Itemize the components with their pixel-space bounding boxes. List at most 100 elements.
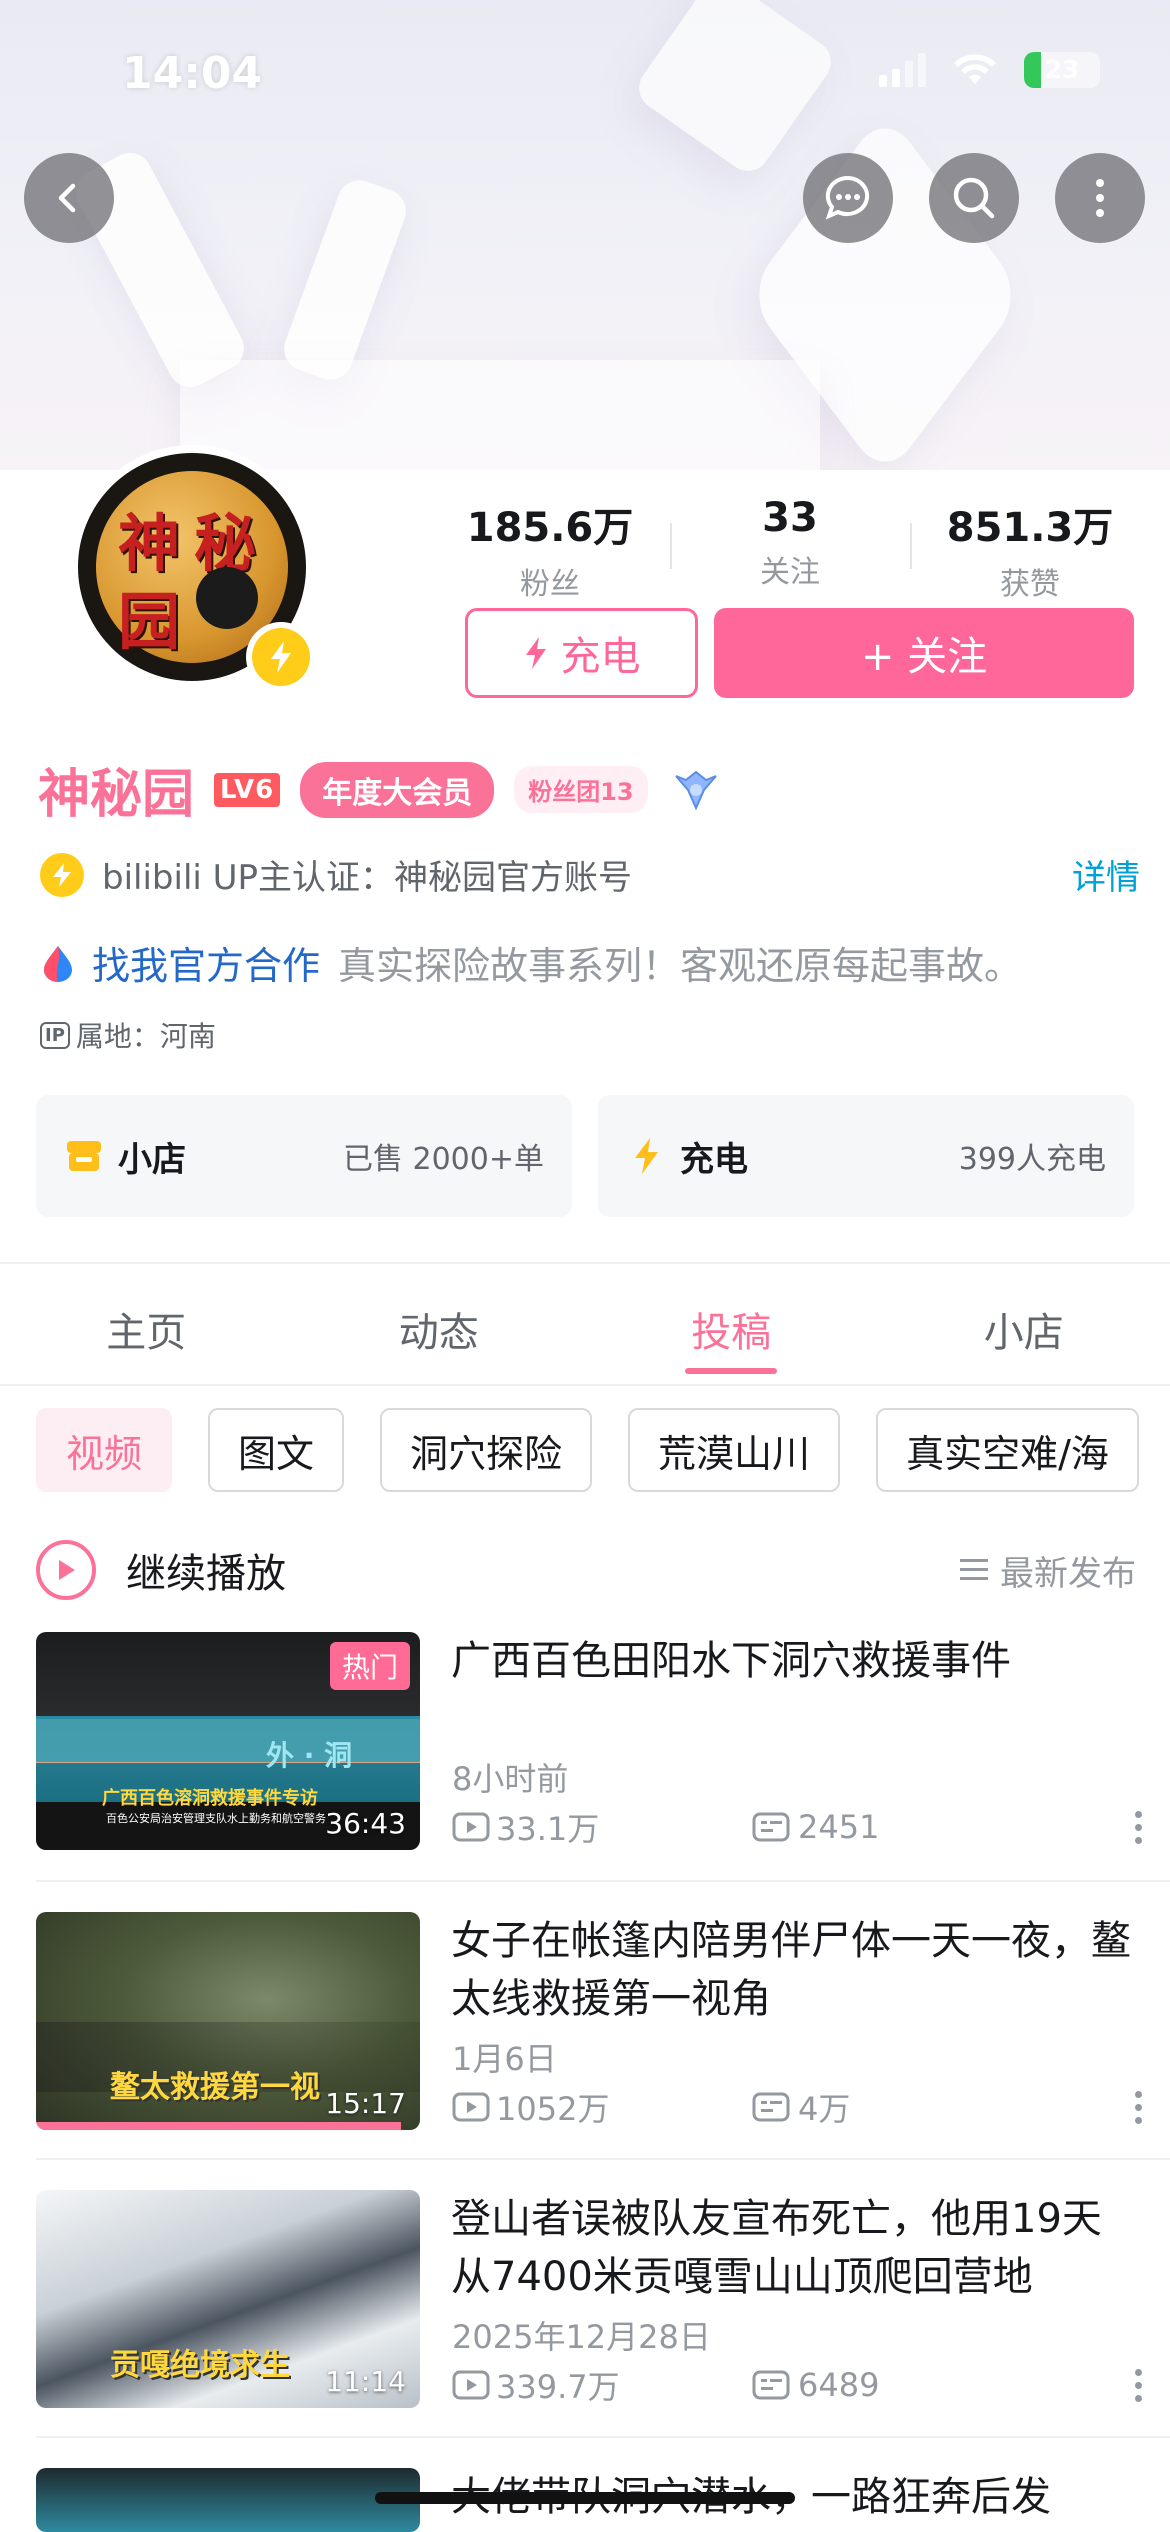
view-count: 1052万 [496,2090,610,2128]
wing-medal-icon[interactable] [668,767,724,813]
search-icon [953,177,995,219]
watch-progress [36,2122,401,2130]
chip-cave[interactable]: 洞穴探险 [380,1408,593,1492]
droplet-icon [44,945,72,982]
tab-shop[interactable]: 小店 [878,1282,1170,1382]
continue-row: 继续播放 最新发布 [36,1540,1136,1600]
chat-bubble-icon [825,175,870,220]
lightning-icon [271,641,291,673]
video-date: 1月6日 [452,2040,557,2078]
continue-play-label[interactable]: 继续播放 [126,1541,286,1599]
play-icon[interactable] [36,1540,96,1600]
danmaku-count: 6489 [798,2366,880,2404]
battery-icon: 23 [1024,52,1100,88]
video-item[interactable]: 贡嘎绝境求生 11:14 登山者误被队友宣布死亡，他用19天从7400米贡嘎雪山… [36,2190,1142,2410]
banner-shape [180,360,820,470]
more-vertical-icon[interactable] [1135,1810,1142,1844]
likes-stat: 851.3万 获赞 [910,495,1150,603]
chip-desert[interactable]: 荒漠山川 [628,1408,841,1492]
level-badge: LV6 [214,772,281,807]
play-count-icon [452,1812,490,1842]
sort-button[interactable]: 最新发布 [958,1546,1136,1595]
shop-card-title: 小店 [118,1139,186,1180]
video-title: 登山者误被队友宣布死亡，他用19天从7400米贡嘎雪山山顶爬回营地 [451,2196,1102,2300]
sort-label: 最新发布 [1000,1553,1136,1594]
cooperation-link[interactable]: 找我官方合作 [92,935,320,990]
charge-card[interactable]: 充电 399人充电 [598,1095,1134,1217]
back-button[interactable] [24,153,114,243]
video-thumbnail[interactable] [36,2468,420,2532]
status-time: 14:04 [122,48,263,99]
more-vertical-icon[interactable] [1135,2090,1142,2124]
shop-icon [64,1136,104,1176]
chip-air-disaster[interactable]: 真实空难/海 [876,1408,1139,1492]
view-count: 33.1万 [496,1810,600,1848]
certification-text: bilibili UP主认证：神秘园官方账号 [102,858,633,898]
video-meta: 339.7万 6489 [452,2362,1142,2408]
search-button[interactable] [929,153,1019,243]
view-count: 339.7万 [496,2368,620,2406]
chip-image-text[interactable]: 图文 [208,1408,345,1492]
banner-shape [630,0,840,180]
likes-count: 851.3万 [946,505,1114,551]
banner-shape [277,174,413,386]
ip-location: 属地：河南 [75,1020,216,1053]
more-options-button[interactable] [1055,153,1145,243]
charge-button[interactable]: 充电 [465,608,698,698]
video-thumbnail[interactable]: 鳌太救援第一视 15:17 [36,1912,420,2130]
shop-card[interactable]: 小店 已售 2000+单 [36,1095,572,1217]
video-duration: 15:17 [325,2087,406,2120]
video-meta: 1052万 4万 [452,2084,1142,2130]
video-duration: 36:43 [325,1807,406,1840]
detail-link[interactable]: 详情 [1072,850,1140,899]
video-item[interactable]: 外 · 洞 热门 广西百色溶洞救援事件专访 百色公安局治安管理支队水上勤务和航空… [36,1632,1142,1852]
followers-stat[interactable]: 185.6万 粉丝 [430,495,670,603]
certified-icon [40,852,84,897]
profile-stats: 185.6万 粉丝 33 关注 851.3万 获赞 [430,495,1150,603]
avatar-text: 神 [118,507,181,580]
following-stat[interactable]: 33 关注 [670,495,910,603]
tab-home[interactable]: 主页 [0,1282,293,1382]
charge-card-subtitle: 399人充电 [958,1142,1106,1177]
lightning-icon [525,637,546,669]
bee-graphic [196,567,258,629]
content-tabs: 主页 动态 投稿 小店 [0,1282,1170,1382]
charge-badge [246,622,316,692]
followers-count: 185.6万 [466,505,634,551]
water-band [36,1716,420,1762]
video-date: 8小时前 [452,1760,569,1798]
chip-video[interactable]: 视频 [36,1408,173,1492]
more-vertical-icon[interactable] [1135,2368,1142,2402]
chevron-left-icon [58,183,76,213]
thumbnail-caption: 贡嘎绝境求生 [110,2348,290,2383]
ip-location-row: IP 属地：河南 [40,1015,216,1055]
divider [0,1262,1170,1264]
divider [36,2436,1170,2438]
video-thumbnail[interactable]: 贡嘎绝境求生 11:14 [36,2190,420,2408]
divider [36,2158,1170,2160]
video-thumbnail[interactable]: 外 · 洞 热门 广西百色溶洞救援事件专访 百色公安局治安管理支队水上勤务和航空… [36,1632,420,1850]
cooperation-row: 找我官方合作 真实探险故事系列！客观还原每起事故。 [38,935,1022,990]
play-count-icon [452,2370,490,2400]
tab-dynamics[interactable]: 动态 [293,1282,586,1382]
home-indicator[interactable] [375,2492,795,2504]
more-vertical-icon [1096,179,1104,217]
hot-badge: 热门 [329,1642,410,1690]
play-count-icon [452,2092,490,2122]
message-button[interactable] [803,153,893,243]
danmaku-icon [752,1812,790,1842]
thumbnail-caption: 鳌太救援第一视 [110,2070,320,2105]
follow-button[interactable]: + 关注 [714,608,1134,698]
battery-level: 23 [1044,55,1080,84]
video-item[interactable]: 鳌太救援第一视 15:17 女子在帐篷内陪男伴尸体一天一夜，鳌太线救援第一视角 … [36,1912,1142,2132]
danmaku-count: 4万 [798,2090,851,2128]
thumbnail-caption: 广西百色溶洞救援事件专访 [102,1788,318,1809]
tab-uploads[interactable]: 投稿 [585,1282,878,1382]
avatar-text: 园 [118,585,181,658]
fan-club-badge[interactable]: 粉丝团13 [514,766,648,813]
followers-label: 粉丝 [520,567,580,602]
name-row: 神秘园 LV6 年度大会员 粉丝团13 [38,752,724,827]
charge-button-label: 充电 [560,634,641,680]
video-title: 广西百色田阳水下洞穴救援事件 [451,1638,1011,1684]
vip-badge[interactable]: 年度大会员 [300,761,495,818]
